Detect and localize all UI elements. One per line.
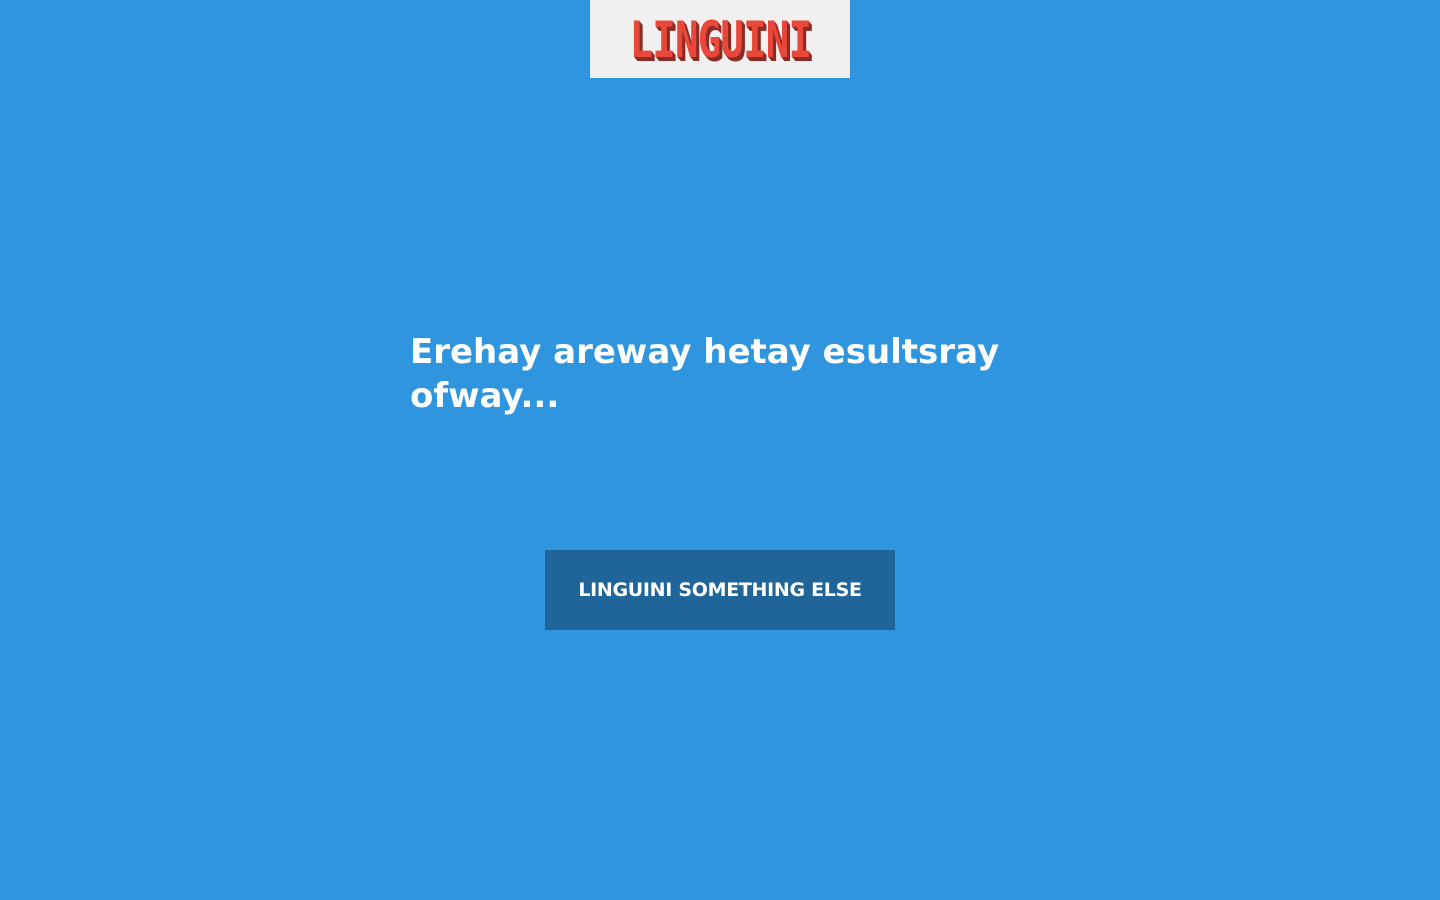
results-heading: Erehay areway hetay esultsray ofway... — [410, 332, 1000, 416]
logo: LINGUINI — [629, 11, 811, 69]
linguini-something-else-button[interactable]: LINGUINI SOMETHING ELSE — [545, 550, 895, 630]
button-label: LINGUINI SOMETHING ELSE — [578, 579, 862, 601]
page: LINGUINI Erehay areway hetay esultsray o… — [0, 0, 1440, 900]
logo-container[interactable]: LINGUINI — [590, 0, 850, 78]
